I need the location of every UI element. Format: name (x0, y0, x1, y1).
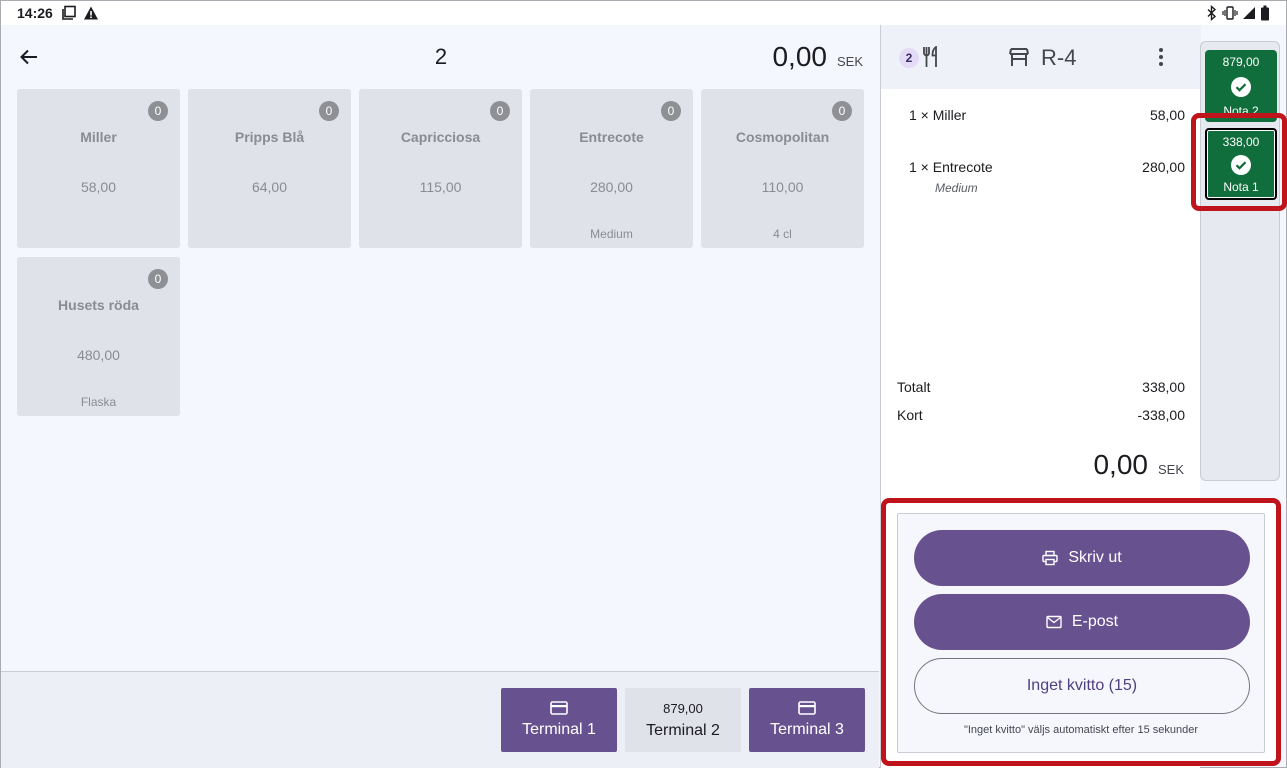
product-count-badge: 0 (490, 101, 510, 121)
nota-amount: 338,00 (1222, 135, 1260, 149)
product-price: 110,00 (761, 179, 804, 195)
order-header: 2 0,00 SEK (1, 25, 879, 89)
terminal-bar: Terminal 1 879,00 Terminal 2 Terminal 3 (1, 671, 879, 768)
bill-card-row: Kort -338,00 (897, 407, 1185, 423)
remaining-currency: SEK (1157, 462, 1184, 477)
product-count-badge: 0 (148, 101, 168, 121)
product-name: Cosmopolitan (735, 129, 830, 145)
print-receipt-button[interactable]: Skriv ut (914, 530, 1250, 586)
order-total: 0,00 SEK (772, 41, 863, 73)
table-icon (1009, 48, 1029, 66)
terminal-1-button[interactable]: Terminal 1 (501, 688, 617, 752)
product-tile-miller[interactable]: 0 Miller 58,00 (17, 89, 180, 248)
no-receipt-button[interactable]: Inget kvitto (15) (914, 658, 1250, 714)
line-modifier: Medium (935, 181, 978, 195)
line-price: 58,00 (1149, 107, 1185, 123)
product-name: Pripps Blå (234, 129, 305, 145)
product-count-badge: 0 (661, 101, 681, 121)
terminal-3-button[interactable]: Terminal 3 (749, 688, 865, 752)
terminal-label: Terminal 2 (646, 721, 720, 739)
nota-strip: 879,00 Nota 2 338,00 Nota 1 (1200, 41, 1280, 481)
terminal-2-button[interactable]: 879,00 Terminal 2 (625, 688, 741, 752)
print-label: Skriv ut (1068, 549, 1122, 566)
warning-icon (83, 6, 98, 20)
nota-2-tab[interactable]: 879,00 Nota 2 (1205, 50, 1277, 122)
credit-card-icon (550, 701, 568, 715)
receipt-options-card: Skriv ut E-post Inget kvitto (15) "Inget… (897, 513, 1265, 753)
line-qty: 1 × (909, 159, 929, 175)
bill-header: 2 R-4 (881, 25, 1201, 89)
product-name: Capricciosa (400, 129, 481, 145)
line-price: 280,00 (1142, 159, 1185, 175)
product-tile-husets-roda[interactable]: 0 Husets röda 480,00 Flaska (17, 257, 180, 416)
vibrate-icon (1222, 6, 1238, 20)
nota-label: Nota 2 (1223, 104, 1259, 118)
status-time: 14:26 (17, 5, 53, 21)
terminal-label: Terminal 3 (770, 721, 844, 738)
check-circle-icon (1231, 76, 1251, 97)
mail-icon (1046, 615, 1062, 629)
card-label: Kort (897, 407, 923, 423)
battery-icon (1261, 5, 1269, 21)
email-receipt-button[interactable]: E-post (914, 594, 1250, 650)
check-circle-icon (1231, 154, 1251, 175)
order-number: 2 (434, 44, 448, 69)
status-bar: 14:26 (1, 1, 1286, 25)
arrow-left-icon (20, 49, 37, 65)
product-name: Entrecote (579, 129, 644, 145)
remaining-amount: 0,00 SEK (1093, 449, 1184, 481)
table-name: R-4 (1041, 45, 1077, 70)
signal-icon (1243, 7, 1255, 19)
order-total-amount: 0,00 (772, 41, 827, 72)
product-tile-pripps-bla[interactable]: 0 Pripps Blå 64,00 (188, 89, 351, 248)
line-name: Miller (932, 107, 967, 123)
email-label: E-post (1071, 613, 1119, 630)
product-tile-entrecote[interactable]: 0 Entrecote 280,00 Medium (530, 89, 693, 248)
product-price: 280,00 (590, 179, 633, 195)
bill-line-miller[interactable]: 1 × Miller 58,00 (909, 107, 1185, 123)
credit-card-icon (798, 701, 816, 715)
back-button[interactable] (15, 43, 43, 71)
card-value: -338,00 (1137, 407, 1185, 423)
auto-select-note: "Inget kvitto" väljs automatiskt efter 1… (963, 724, 1199, 736)
product-name: Husets röda (58, 297, 139, 313)
screenshot-icon (62, 5, 76, 20)
product-count-badge: 0 (148, 269, 168, 289)
guest-count-badge: 2 (899, 48, 919, 68)
bluetooth-icon (1207, 5, 1217, 21)
order-total-currency: SEK (836, 54, 863, 69)
total-label: Totalt (897, 379, 931, 395)
terminal-amount: 879,00 (663, 700, 703, 716)
terminal-label: Terminal 1 (522, 721, 596, 738)
product-count-badge: 0 (319, 101, 339, 121)
nota-1-tab[interactable]: 338,00 Nota 1 (1205, 128, 1277, 200)
printer-icon (1042, 550, 1059, 566)
product-tile-capricciosa[interactable]: 0 Capricciosa 115,00 (359, 89, 522, 248)
product-note: Medium (590, 227, 633, 241)
line-name: Entrecote (932, 159, 993, 175)
product-note: Flaska (80, 395, 117, 409)
receipt-options-highlight: Skriv ut E-post Inget kvitto (15) "Inget… (881, 498, 1281, 766)
no-receipt-label: Inget kvitto (15) (1026, 677, 1138, 694)
product-tile-cosmopolitan[interactable]: 0 Cosmopolitan 110,00 4 cl (701, 89, 864, 248)
nota-label: Nota 1 (1223, 180, 1259, 194)
nota-amount: 879,00 (1222, 55, 1260, 69)
cutlery-icon (923, 46, 937, 67)
product-area: 2 0,00 SEK 0 Miller 58,00 0 Pripps Blå 6… (1, 25, 879, 768)
bill-total-row: Totalt 338,00 (897, 379, 1185, 395)
product-count-badge: 0 (832, 101, 852, 121)
product-note: 4 cl (773, 227, 792, 241)
product-name: Miller (80, 129, 117, 145)
line-qty: 1 × (909, 107, 929, 123)
remaining-value: 0,00 (1093, 449, 1148, 480)
total-value: 338,00 (1142, 379, 1185, 395)
more-vert-icon[interactable] (1153, 45, 1169, 69)
product-price: 64,00 (251, 179, 288, 195)
product-price: 480,00 (77, 347, 120, 363)
product-price: 115,00 (419, 179, 462, 195)
bill-line-entrecote[interactable]: 1 × Entrecote 280,00 Medium (909, 159, 1185, 195)
product-price: 58,00 (80, 179, 117, 195)
